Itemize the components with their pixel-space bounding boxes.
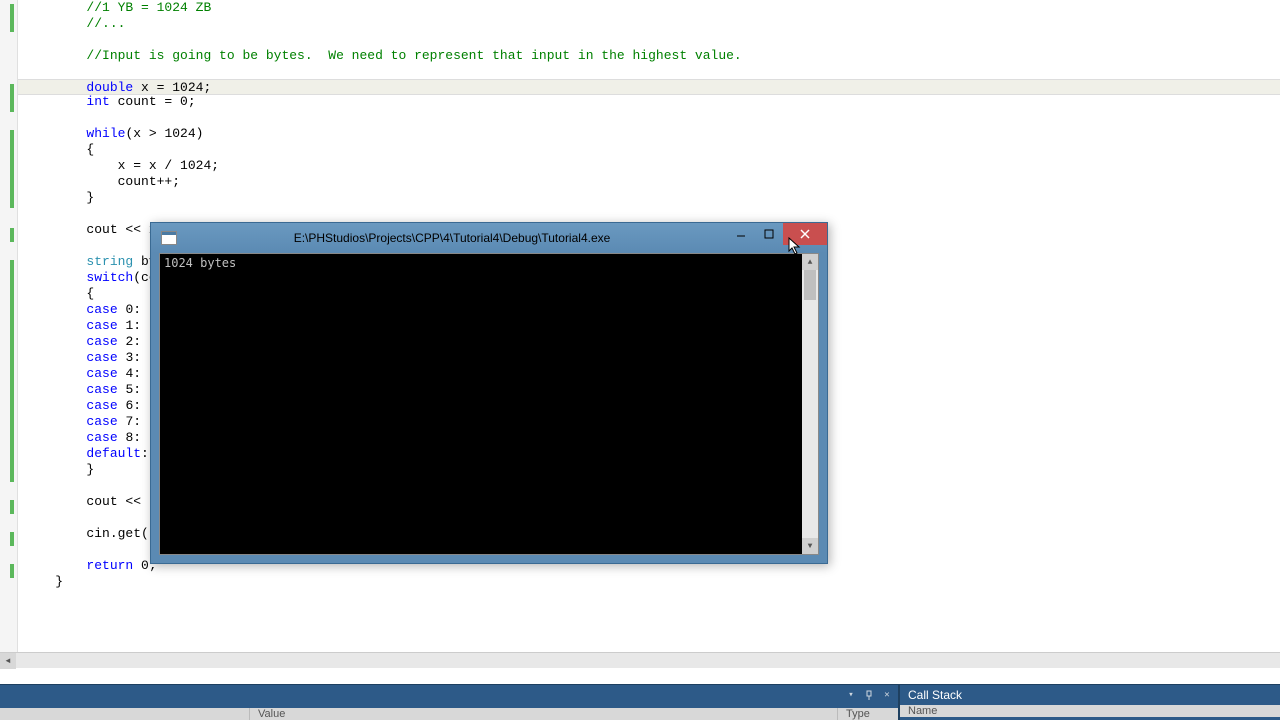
change-marker-icon <box>10 532 14 546</box>
col-rname-header[interactable]: Name <box>900 705 1280 717</box>
change-marker-icon <box>10 500 14 514</box>
col-name-header[interactable] <box>0 708 250 720</box>
console-app-icon <box>161 231 177 245</box>
watch-panel[interactable]: ▾ ✕ Value Type <box>0 685 898 720</box>
code-line[interactable] <box>18 110 1280 126</box>
change-marker-icon <box>10 130 14 208</box>
scroll-down-arrow-icon[interactable]: ▼ <box>802 538 818 554</box>
panel-dropdown-icon[interactable]: ▾ <box>844 688 858 702</box>
pin-icon[interactable] <box>862 688 876 702</box>
watch-columns-header: Value Type <box>0 708 898 720</box>
console-titlebar[interactable]: E:\PHStudios\Projects\CPP\4\Tutorial4\De… <box>151 223 827 253</box>
bottom-panel: ▾ ✕ Value Type Call Stack Name <box>0 684 1280 720</box>
code-line[interactable]: double x = 1024; <box>18 79 1280 95</box>
console-scrollbar[interactable]: ▲ ▼ <box>802 254 818 554</box>
change-marker-icon <box>10 4 14 32</box>
minimize-button[interactable] <box>727 223 755 245</box>
code-line[interactable]: int count = 0; <box>18 94 1280 110</box>
code-line[interactable]: x = x / 1024; <box>18 158 1280 174</box>
console-output: 1024 bytes <box>160 254 802 554</box>
change-marker-icon <box>10 228 14 242</box>
code-line[interactable]: } <box>18 574 1280 590</box>
scroll-thumb[interactable] <box>804 270 816 300</box>
horizontal-scrollbar[interactable]: ◄ <box>0 652 1280 668</box>
change-marker-icon <box>10 564 14 578</box>
col-type-header[interactable]: Type <box>838 708 898 720</box>
callstack-tab[interactable]: Call Stack <box>900 685 1280 705</box>
panel-close-icon[interactable]: ✕ <box>880 688 894 702</box>
code-line[interactable]: count++; <box>18 174 1280 190</box>
scroll-up-arrow-icon[interactable]: ▲ <box>802 254 818 270</box>
code-line[interactable]: //... <box>18 16 1280 32</box>
scroll-track[interactable] <box>802 270 818 538</box>
scroll-left-arrow-icon[interactable]: ◄ <box>0 653 16 669</box>
code-line[interactable]: while(x > 1024) <box>18 126 1280 142</box>
code-line[interactable]: { <box>18 142 1280 158</box>
code-line[interactable] <box>18 32 1280 48</box>
console-window: E:\PHStudios\Projects\CPP\4\Tutorial4\De… <box>150 222 828 564</box>
editor-gutter <box>0 0 18 668</box>
code-line[interactable]: } <box>18 190 1280 206</box>
console-title: E:\PHStudios\Projects\CPP\4\Tutorial4\De… <box>177 231 727 245</box>
code-line[interactable]: //1 YB = 1024 ZB <box>18 0 1280 16</box>
callstack-columns-header: Name <box>900 705 1280 717</box>
change-marker-icon <box>10 260 14 482</box>
code-line[interactable] <box>18 206 1280 222</box>
code-line[interactable]: //Input is going to be bytes. We need to… <box>18 48 1280 64</box>
col-value-header[interactable]: Value <box>250 708 838 720</box>
close-button[interactable] <box>783 223 827 245</box>
console-body: 1024 bytes ▲ ▼ <box>159 253 819 555</box>
code-line[interactable] <box>18 64 1280 80</box>
maximize-button[interactable] <box>755 223 783 245</box>
callstack-panel[interactable]: Call Stack Name <box>898 685 1280 720</box>
change-marker-icon <box>10 84 14 112</box>
